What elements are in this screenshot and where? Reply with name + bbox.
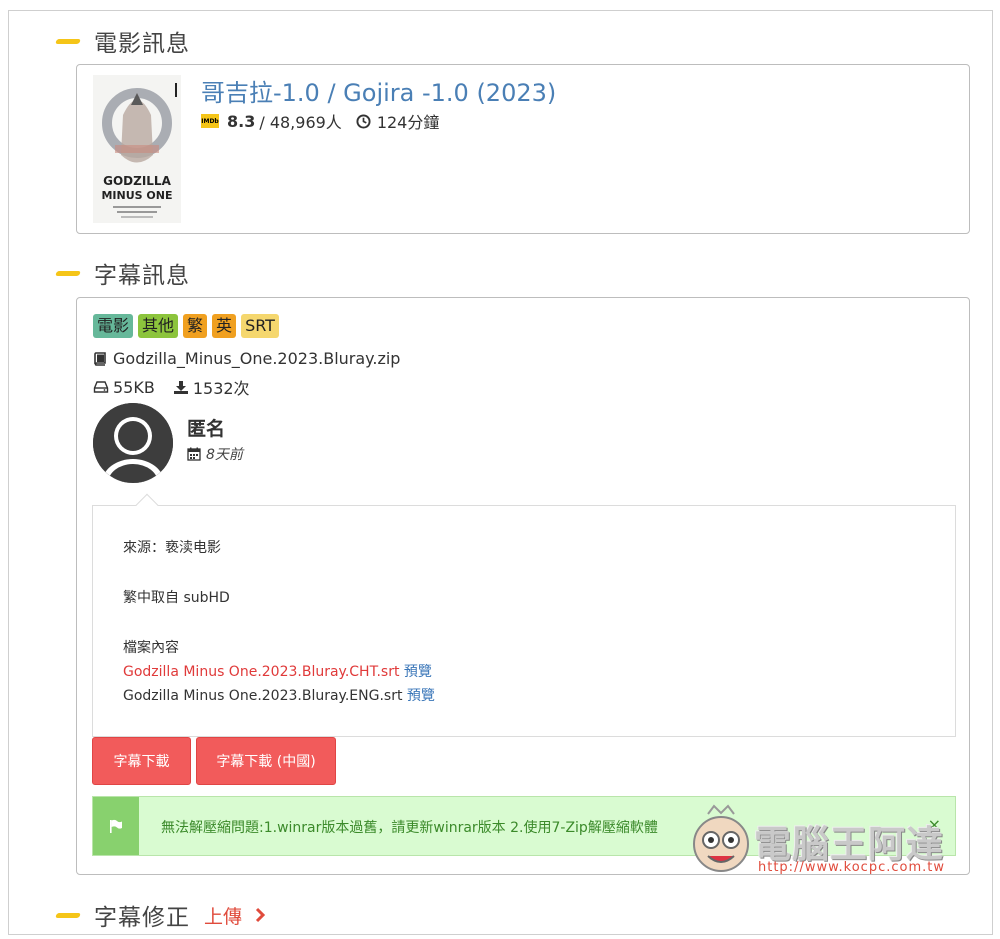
section-movie-info: 電影訊息 bbox=[55, 24, 190, 58]
description-source: 來源：亵渎电影 bbox=[123, 540, 221, 556]
imdb-icon: IMDb bbox=[201, 114, 219, 128]
alert-message: 無法解壓縮問題:1.winrar版本過舊，請更新winrar版本 2.使用7-Z… bbox=[161, 820, 658, 836]
imdb-votes: / 48,969人 bbox=[259, 113, 342, 132]
upload-time: 8天前 bbox=[187, 444, 243, 464]
flag-icon bbox=[110, 819, 122, 833]
uploader-name[interactable]: 匿名 bbox=[187, 414, 225, 441]
imdb-rating: 8.3 bbox=[227, 111, 256, 131]
alert-flag-box bbox=[93, 797, 139, 855]
poster-title-2: MINUS ONE bbox=[101, 189, 172, 202]
tag-movie[interactable]: 電影 bbox=[93, 314, 134, 338]
download-count: 1532次 bbox=[192, 379, 250, 398]
download-icon bbox=[173, 381, 188, 394]
calendar-icon bbox=[187, 447, 201, 461]
file-entry-cht: Godzilla Minus One.2023.Bluray.CHT.srt 預… bbox=[123, 661, 432, 681]
section-title: 字幕修正 bbox=[94, 905, 190, 931]
upload-link[interactable]: 上傳 bbox=[204, 902, 242, 929]
upload-time-text: 8天前 bbox=[206, 447, 243, 463]
preview-link-eng[interactable]: 預覽 bbox=[407, 688, 435, 704]
unzip-alert: 無法解壓縮問題:1.winrar版本過舊，請更新winrar版本 2.使用7-Z… bbox=[92, 796, 956, 856]
tag-srt[interactable]: SRT bbox=[241, 314, 279, 338]
section-title: 電影訊息 bbox=[94, 31, 190, 57]
section-subtitle-info: 字幕訊息 bbox=[55, 256, 190, 290]
chevron-right-icon[interactable] bbox=[252, 907, 268, 923]
movie-title-link[interactable]: 哥吉拉-1.0 / Gojira -1.0 (2023) bbox=[201, 73, 556, 108]
file-entry-eng: Godzilla Minus One.2023.Bluray.ENG.srt 預… bbox=[123, 685, 435, 705]
movie-meta: IMDb 8.3 / 48,969人 124分鐘 bbox=[201, 109, 439, 133]
section-dash-icon bbox=[55, 270, 81, 276]
clock-icon bbox=[356, 113, 371, 129]
avatar bbox=[93, 403, 173, 483]
subtitle-description: 來源：亵渎电影 繁中取自 subHD 檔案內容 Godzilla Minus O… bbox=[92, 493, 956, 737]
movie-poster[interactable]: GODZILLA MINUS ONE bbox=[93, 75, 181, 223]
file-entry-cht-name: Godzilla Minus One.2023.Bluray.CHT.srt bbox=[123, 664, 400, 680]
hdd-icon bbox=[93, 381, 109, 393]
subtitle-download-cn-button[interactable]: 字幕下載 (中國) bbox=[196, 737, 336, 785]
book-icon bbox=[94, 351, 106, 366]
movie-card: GODZILLA MINUS ONE 哥吉拉-1.0 / Gojira -1.0… bbox=[76, 64, 970, 234]
subtitle-download-button[interactable]: 字幕下載 bbox=[92, 737, 191, 785]
tag-list: 電影 其他 繁 英 SRT bbox=[93, 314, 279, 338]
poster-title-1: GODZILLA bbox=[103, 174, 171, 188]
section-subtitle-fix: 字幕修正 上傳 bbox=[55, 898, 268, 932]
movie-runtime: 124分鐘 bbox=[376, 113, 440, 132]
description-pointer bbox=[135, 493, 159, 517]
description-from: 繁中取自 subHD bbox=[123, 590, 230, 606]
close-icon[interactable]: × bbox=[928, 815, 941, 834]
preview-link-cht[interactable]: 預覽 bbox=[404, 664, 432, 680]
subtitle-card: 電影 其他 繁 英 SRT Godzilla_Minus_One.2023.Bl… bbox=[76, 297, 970, 875]
subtitle-filename: Godzilla_Minus_One.2023.Bluray.zip bbox=[93, 349, 400, 368]
filename-text: Godzilla_Minus_One.2023.Bluray.zip bbox=[113, 349, 401, 368]
description-contents-label: 檔案內容 bbox=[123, 640, 179, 656]
tag-other[interactable]: 其他 bbox=[138, 314, 179, 338]
section-dash-icon bbox=[55, 38, 81, 44]
subtitle-stats: 55KB 1532次 bbox=[93, 375, 250, 399]
tag-english[interactable]: 英 bbox=[212, 314, 237, 338]
file-entry-eng-name: Godzilla Minus One.2023.Bluray.ENG.srt bbox=[123, 688, 403, 704]
section-dash-icon bbox=[55, 912, 81, 918]
section-title: 字幕訊息 bbox=[94, 263, 190, 289]
tag-traditional[interactable]: 繁 bbox=[183, 314, 208, 338]
file-size: 55KB bbox=[113, 377, 155, 397]
